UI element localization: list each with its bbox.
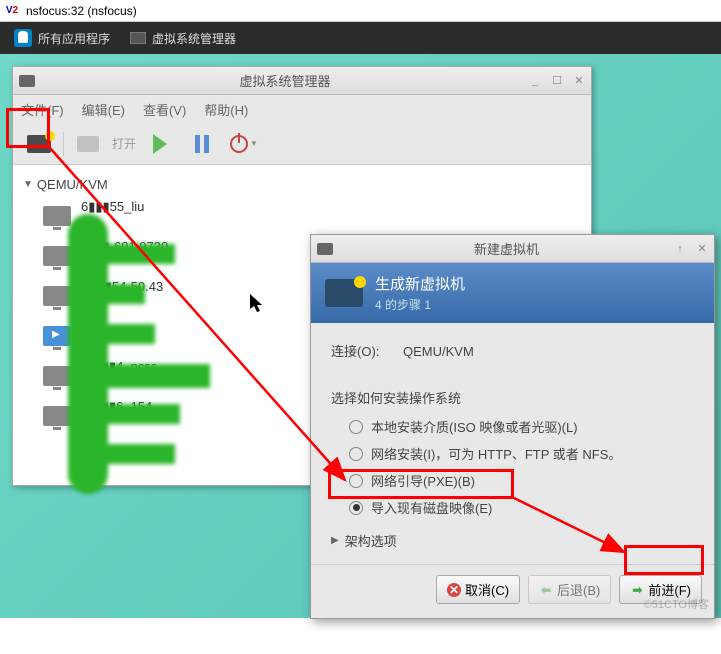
watermark: ©51CTO博客 [644, 596, 709, 612]
open-vm-button[interactable] [70, 128, 106, 160]
radio-icon [349, 447, 363, 461]
menu-edit[interactable]: 编辑(E) [82, 100, 125, 119]
pause-button[interactable] [184, 128, 220, 160]
cursor-icon [250, 294, 264, 314]
radio-icon [349, 420, 363, 434]
dialog-up-button[interactable]: ↑ [674, 243, 686, 255]
play-icon [153, 134, 167, 154]
menu-file[interactable]: 文件(F) [21, 100, 64, 119]
vmm-titlebar: 虚拟系统管理器 _ ☐ ✕ [13, 67, 591, 95]
vm-off-icon [43, 286, 71, 306]
dialog-banner: 生成新虚拟机 4 的步骤 1 [311, 263, 714, 323]
desktop-taskbar: 所有应用程序 虚拟系统管理器 [0, 22, 721, 54]
dialog-header-step: 4 的步骤 1 [375, 296, 465, 313]
expand-arrow-icon: ▼ [23, 179, 33, 190]
dialog-header-title: 生成新虚拟机 [375, 273, 465, 294]
dialog-body: 连接(O): QEMU/KVM 选择如何安装操作系统 本地安装介质(ISO 映像… [311, 323, 714, 564]
desktop: 虚拟系统管理器 _ ☐ ✕ 文件(F) 编辑(E) 查看(V) 帮助(H) 打开… [0, 54, 721, 618]
monitor-icon [77, 136, 99, 152]
new-vm-button[interactable] [21, 128, 57, 160]
dialog-banner-icon [325, 279, 363, 307]
redaction-overlay [90, 324, 155, 344]
back-button[interactable]: ⬅后退(B) [528, 575, 611, 604]
open-label: 打开 [112, 135, 136, 152]
maximize-button[interactable]: ☐ [551, 75, 563, 87]
radio-network-install[interactable]: 网络安装(I)，可为 HTTP、FTP 或者 NFS。 [349, 444, 694, 463]
connection-value: QEMU/KVM [403, 344, 474, 359]
taskbar-vmm-entry[interactable]: 虚拟系统管理器 [120, 26, 246, 51]
install-method-radiogroup: 本地安装介质(ISO 映像或者光驱)(L) 网络安装(I)，可为 HTTP、FT… [331, 417, 694, 517]
dialog-close-button[interactable]: ✕ [696, 243, 708, 255]
host-label: QEMU/KVM [37, 177, 108, 192]
run-button[interactable] [142, 128, 178, 160]
vm-off-icon [43, 206, 71, 226]
redaction-overlay [90, 444, 175, 464]
power-icon [230, 135, 248, 153]
vm-off-icon [43, 406, 71, 426]
pause-icon [195, 135, 209, 153]
blue-hand-icon [14, 29, 32, 47]
vm-running-icon [43, 326, 71, 346]
install-method-label: 选择如何安装操作系统 [331, 388, 694, 407]
shutdown-button[interactable]: ▼ [226, 128, 262, 160]
vmm-window-icon [19, 75, 35, 87]
cancel-icon: ✕ [447, 583, 461, 597]
vmm-taskbar-icon [130, 32, 146, 44]
vnc-icon: V2 [4, 3, 20, 19]
forward-arrow-icon: ➡ [630, 583, 644, 597]
redaction-overlay [90, 364, 210, 388]
menu-help[interactable]: 帮助(H) [204, 100, 248, 119]
menu-view[interactable]: 查看(V) [143, 100, 186, 119]
dialog-titlebar: 新建虚拟机 ↑ ✕ [311, 235, 714, 263]
connection-label: 连接(O): [331, 344, 379, 359]
vnc-titlebar: V2 nsfocus:32 (nsfocus) [0, 0, 721, 22]
redaction-overlay [90, 244, 175, 264]
radio-pxe-boot[interactable]: 网络引导(PXE)(B) [349, 471, 694, 490]
expander-arrow-icon: ▶ [331, 535, 339, 546]
back-arrow-icon: ⬅ [539, 583, 553, 597]
radio-local-install[interactable]: 本地安装介质(ISO 映像或者光驱)(L) [349, 417, 694, 436]
host-tree-node[interactable]: ▼ QEMU/KVM [13, 173, 591, 196]
close-button[interactable]: ✕ [573, 75, 585, 87]
connection-row: 连接(O): QEMU/KVM [331, 341, 694, 360]
radio-import-disk[interactable]: 导入现有磁盘映像(E) [349, 498, 694, 517]
vmm-taskbar-label: 虚拟系统管理器 [152, 30, 236, 47]
chevron-down-icon: ▼ [250, 139, 258, 148]
vmm-menubar: 文件(F) 编辑(E) 查看(V) 帮助(H) [13, 95, 591, 123]
arch-options-expander[interactable]: ▶ 架构选项 [331, 531, 694, 550]
redaction-overlay [90, 404, 180, 424]
new-vm-icon [27, 135, 51, 153]
vnc-title: nsfocus:32 (nsfocus) [26, 4, 137, 18]
applications-menu[interactable]: 所有应用程序 [4, 25, 120, 51]
applications-label: 所有应用程序 [38, 30, 110, 47]
dialog-window-icon [317, 243, 333, 255]
redaction-overlay [90, 284, 145, 304]
vm-off-icon [43, 246, 71, 266]
new-vm-dialog: 新建虚拟机 ↑ ✕ 生成新虚拟机 4 的步骤 1 连接(O): QEMU/KVM… [310, 234, 715, 619]
vm-off-icon [43, 366, 71, 386]
vmm-title: 虚拟系统管理器 [41, 71, 529, 90]
cancel-button[interactable]: ✕取消(C) [436, 575, 520, 604]
radio-selected-icon [349, 501, 363, 515]
dialog-title: 新建虚拟机 [339, 239, 674, 258]
minimize-button[interactable]: _ [529, 75, 541, 87]
radio-icon [349, 474, 363, 488]
vmm-toolbar: 打开 ▼ [13, 123, 591, 165]
